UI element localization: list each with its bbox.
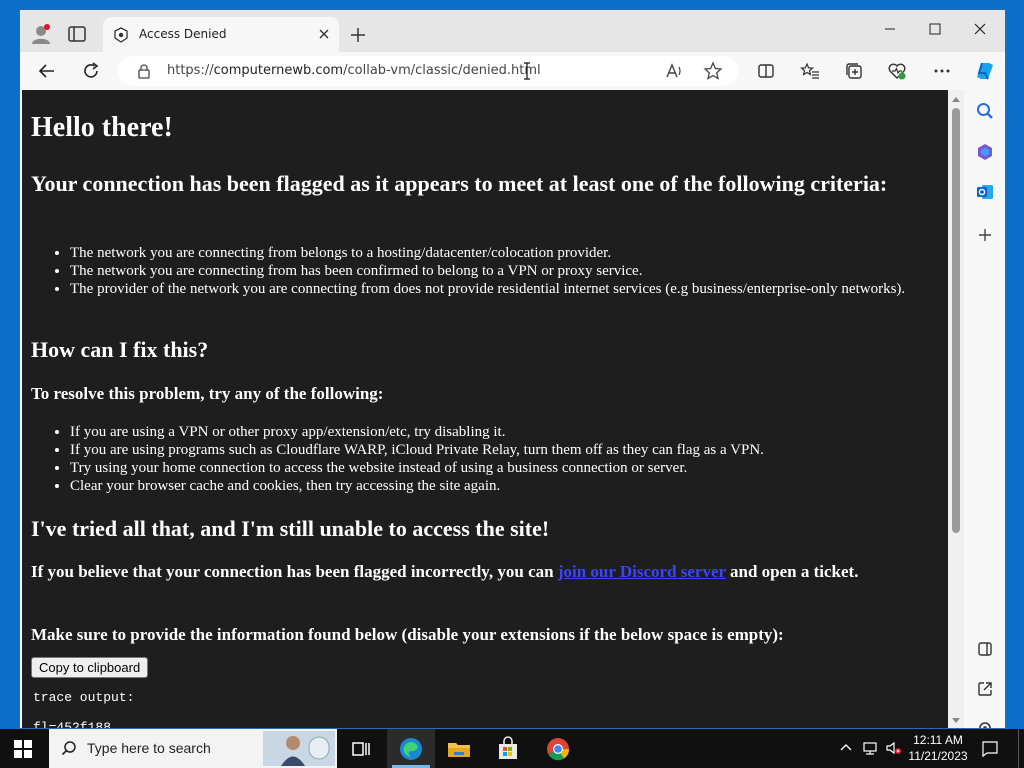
office-icon[interactable] — [975, 142, 995, 162]
copilot-icon[interactable] — [973, 59, 997, 83]
trace-line: fl=452f188 — [33, 720, 112, 729]
resolve-heading: To resolve this problem, try any of the … — [31, 384, 384, 403]
believe-paragraph: If you believe that your connection has … — [31, 561, 911, 583]
hide-sidebar-icon[interactable] — [975, 639, 995, 659]
close-tab-icon[interactable] — [317, 27, 331, 41]
tried-heading: I've tried all that, and I'm still unabl… — [31, 516, 550, 541]
store-icon[interactable] — [495, 736, 521, 762]
browser-toolbar: https://computernewb.com/collab-vm/class… — [20, 52, 1005, 90]
fixes-list: If you are using a VPN or other proxy ap… — [70, 423, 910, 495]
network-icon[interactable] — [862, 740, 878, 756]
taskbar-search-icon — [61, 741, 76, 756]
edge-sidebar — [965, 90, 1005, 729]
browser-essentials-icon[interactable] — [887, 61, 907, 81]
page-heading: Hello there! — [31, 112, 173, 143]
volume-muted-icon[interactable] — [885, 740, 901, 756]
believe-suffix: and open a ticket. — [725, 562, 859, 581]
favicon-icon — [114, 27, 128, 43]
split-screen-icon[interactable] — [756, 61, 776, 81]
page-scrollbar[interactable] — [948, 90, 964, 728]
favorites-icon[interactable] — [800, 61, 820, 81]
tab-title: Access Denied — [139, 27, 227, 41]
maximize-icon[interactable] — [920, 18, 950, 40]
scroll-thumb[interactable] — [952, 108, 960, 533]
fix-item: If you are using a VPN or other proxy ap… — [70, 423, 910, 441]
url-scheme: https:// — [167, 63, 214, 78]
criteria-list: The network you are connecting from belo… — [70, 244, 910, 298]
file-explorer-icon[interactable] — [446, 736, 472, 762]
show-hidden-icons-icon[interactable] — [838, 740, 854, 756]
add-icon[interactable] — [975, 225, 995, 245]
new-tab-icon[interactable] — [349, 26, 367, 44]
close-window-icon[interactable] — [965, 18, 995, 40]
fix-item: Clear your browser cache and cookies, th… — [70, 477, 910, 495]
criteria-item: The network you are connecting from has … — [70, 262, 910, 280]
read-aloud-icon[interactable] — [664, 61, 684, 81]
search-highlight-image — [263, 731, 335, 766]
desktop-background-left — [0, 0, 19, 729]
browser-window: Access Denied https://computernewb.com/c… — [19, 9, 1006, 729]
tab-access-denied[interactable]: Access Denied — [103, 17, 339, 52]
task-view-icon[interactable] — [348, 736, 374, 762]
copy-to-clipboard-button[interactable]: Copy to clipboard — [31, 657, 149, 678]
taskbar: Type here to search 12:11 AM 11/21/2023 — [0, 729, 1024, 768]
show-desktop-button[interactable] — [1018, 729, 1024, 768]
criteria-item: The network you are connecting from belo… — [70, 244, 910, 262]
open-external-icon[interactable] — [975, 679, 995, 699]
windows-start-icon[interactable] — [14, 740, 32, 758]
edge-icon[interactable] — [398, 736, 424, 762]
believe-prefix: If you believe that your connection has … — [31, 562, 558, 581]
address-bar[interactable]: https://computernewb.com/collab-vm/class… — [118, 56, 738, 86]
lock-icon[interactable] — [136, 63, 152, 79]
criteria-item: The provider of the network you are conn… — [70, 280, 910, 298]
url-host: computernewb.com — [213, 63, 344, 78]
tab-actions-icon[interactable] — [68, 26, 86, 42]
minimize-icon[interactable] — [875, 18, 905, 40]
chrome-icon[interactable] — [545, 736, 571, 762]
desktop-background-right — [1006, 0, 1024, 729]
search-icon[interactable] — [975, 101, 995, 121]
url-path: /collab-vm/classic/denied.html — [343, 63, 541, 78]
notifications-icon[interactable] — [981, 740, 999, 758]
url-text[interactable]: https://computernewb.com/collab-vm/class… — [167, 63, 541, 78]
system-clock[interactable]: 12:11 AM 11/21/2023 — [904, 732, 972, 764]
profile-icon[interactable] — [30, 23, 52, 45]
flagged-heading: Your connection has been flagged as it a… — [31, 171, 888, 196]
trace-label: trace output: — [33, 690, 135, 705]
back-icon[interactable] — [37, 61, 57, 81]
scroll-up-icon[interactable] — [951, 95, 961, 103]
collections-icon[interactable] — [844, 61, 864, 81]
tab-strip: Access Denied — [20, 10, 1005, 52]
refresh-icon[interactable] — [81, 61, 101, 81]
fix-item: Try using your home connection to access… — [70, 459, 910, 477]
scroll-down-icon[interactable] — [951, 717, 961, 725]
clock-date: 11/21/2023 — [908, 749, 968, 763]
favorite-star-icon[interactable] — [703, 61, 723, 81]
desktop-background — [0, 0, 1024, 9]
settings-gear-icon[interactable] — [975, 718, 995, 729]
fix-item: If you are using programs such as Cloudf… — [70, 441, 910, 459]
provide-heading: Make sure to provide the information fou… — [31, 625, 784, 644]
outlook-icon[interactable] — [975, 182, 995, 202]
discord-link[interactable]: join our Discord server — [558, 562, 726, 581]
clock-time: 12:11 AM — [913, 733, 963, 747]
more-menu-icon[interactable] — [932, 61, 952, 81]
text-cursor-icon — [524, 62, 530, 80]
fix-heading: How can I fix this? — [31, 337, 209, 362]
search-placeholder: Type here to search — [87, 740, 211, 756]
page-viewport: Hello there! Your connection has been fl… — [22, 90, 948, 729]
taskbar-search-box[interactable]: Type here to search — [49, 729, 337, 768]
